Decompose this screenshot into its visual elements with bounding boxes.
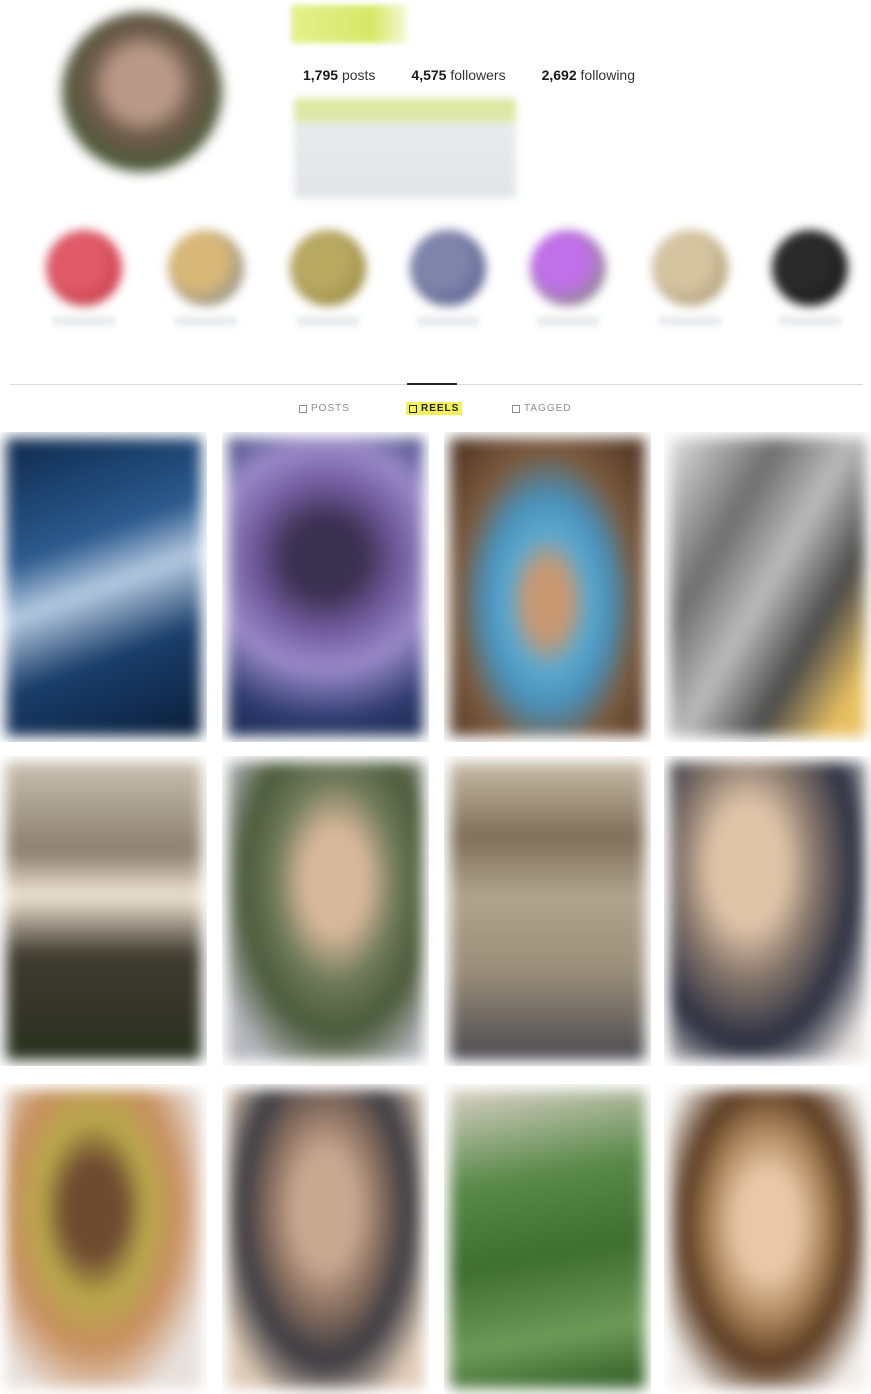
tab-tagged[interactable]: TAGGED — [512, 403, 571, 414]
reel-image — [228, 762, 423, 1060]
reel-thumbnail[interactable] — [664, 1084, 871, 1394]
highlight-cover — [652, 230, 728, 306]
active-tab-indicator — [407, 383, 457, 385]
story-highlight[interactable] — [756, 224, 866, 342]
highlight-cover — [410, 230, 486, 306]
story-highlights — [30, 224, 871, 344]
followers-value: 4,575 — [411, 67, 447, 83]
reel-thumbnail[interactable] — [444, 432, 651, 742]
posts-label: posts — [341, 67, 376, 83]
highlight-caption-redacted — [416, 316, 480, 326]
followers-label: followers — [450, 67, 506, 83]
bio-redacted — [294, 98, 516, 198]
reel-thumbnail[interactable] — [664, 756, 871, 1066]
posts-value: 1,795 — [303, 67, 339, 83]
reel-thumbnail[interactable] — [444, 1084, 651, 1394]
reel-image — [228, 1090, 423, 1388]
highlight-cover — [530, 230, 606, 306]
story-highlight[interactable] — [394, 224, 504, 342]
profile-avatar[interactable] — [62, 12, 222, 172]
reel-image — [670, 1090, 865, 1388]
grid-icon — [299, 404, 307, 413]
reel-thumbnail[interactable] — [0, 432, 207, 742]
story-highlight[interactable] — [636, 224, 746, 342]
reel-image — [450, 762, 645, 1060]
reel-image — [450, 1090, 645, 1388]
tab-reels[interactable]: REELS — [406, 402, 463, 415]
highlight-caption-redacted — [778, 316, 842, 326]
reel-image — [670, 762, 865, 1060]
highlight-cover — [168, 230, 244, 306]
highlight-caption-redacted — [536, 316, 600, 326]
story-highlight[interactable] — [514, 224, 624, 342]
reel-thumbnail[interactable] — [444, 756, 651, 1066]
highlight-caption-redacted — [296, 316, 360, 326]
tab-posts-label: POSTS — [311, 403, 350, 414]
reel-image — [6, 438, 201, 736]
reels-icon — [409, 404, 417, 413]
reel-image — [228, 438, 423, 736]
reel-thumbnail[interactable] — [222, 1084, 429, 1394]
tab-reels-label: REELS — [421, 403, 460, 414]
reel-image — [450, 438, 645, 736]
highlight-caption-redacted — [174, 316, 238, 326]
highlight-cover — [46, 230, 122, 306]
reel-image — [6, 762, 201, 1060]
story-highlight[interactable] — [274, 224, 384, 342]
username-redacted — [291, 5, 407, 43]
highlight-caption-redacted — [658, 316, 722, 326]
following-value: 2,692 — [541, 67, 577, 83]
reel-thumbnail[interactable] — [0, 1084, 207, 1394]
reel-thumbnail[interactable] — [0, 756, 207, 1066]
followers-count[interactable]: 4,575 followers — [411, 67, 505, 83]
story-highlight[interactable] — [30, 224, 140, 342]
highlight-cover — [290, 230, 366, 306]
reel-image — [6, 1090, 201, 1388]
reel-thumbnail[interactable] — [222, 432, 429, 742]
reels-grid — [0, 420, 871, 1388]
following-count[interactable]: 2,692 following — [542, 67, 635, 83]
story-highlight[interactable] — [152, 224, 262, 342]
highlight-caption-redacted — [52, 316, 116, 326]
tab-posts[interactable]: POSTS — [299, 403, 350, 414]
profile-tabs: POSTS REELS TAGGED — [0, 401, 871, 419]
reel-thumbnail[interactable] — [664, 432, 871, 742]
reel-image — [670, 438, 865, 736]
posts-count[interactable]: 1,795 posts — [303, 67, 375, 83]
reel-thumbnail[interactable] — [222, 756, 429, 1066]
following-label: following — [580, 67, 636, 83]
tab-tagged-label: TAGGED — [524, 403, 572, 414]
profile-stats: 1,795 posts 4,575 followers 2,692 follow… — [303, 67, 671, 83]
highlight-cover — [772, 230, 848, 306]
tag-icon — [512, 404, 520, 413]
